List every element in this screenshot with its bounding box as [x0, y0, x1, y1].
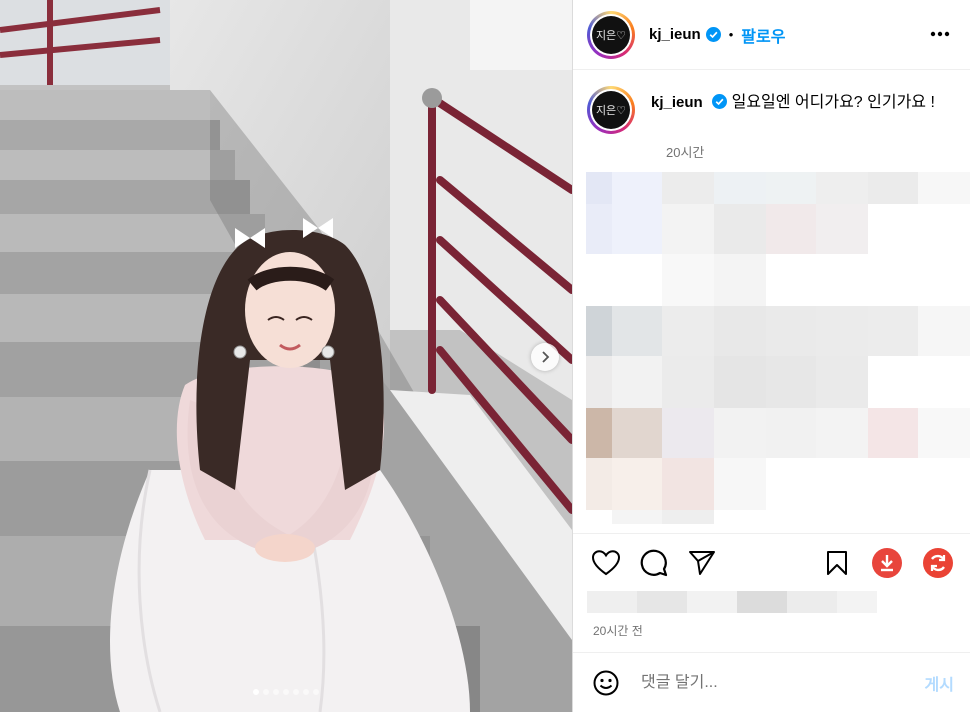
- follow-button[interactable]: 팔로우: [741, 23, 785, 47]
- carousel-dot: [253, 689, 259, 695]
- download-icon: [872, 548, 902, 578]
- more-horizontal-icon: [930, 31, 950, 37]
- carousel-dot: [283, 689, 289, 695]
- verified-badge-icon: [705, 27, 721, 42]
- carousel-indicator: [0, 689, 572, 695]
- paper-plane-icon: [689, 551, 715, 575]
- post-photo[interactable]: [0, 0, 572, 712]
- caption-avatar[interactable]: 지은♡: [587, 86, 635, 134]
- avatar-border: 지은♡: [590, 89, 632, 131]
- post-header: 지은♡ kj_ieun • 팔로우: [573, 0, 970, 70]
- refresh-button[interactable]: [923, 548, 953, 578]
- comment-button[interactable]: [639, 548, 669, 578]
- comments-blurred: [586, 172, 970, 524]
- caption-text: 일요일엔 어디가요? 인기가요 !: [731, 94, 935, 111]
- avatar[interactable]: 지은♡: [587, 10, 635, 59]
- separator-dot: •: [728, 27, 734, 42]
- comment-bar: 게시: [573, 652, 970, 712]
- photo-scene: [0, 0, 572, 712]
- carousel-dot: [313, 689, 319, 695]
- carousel-dot: [293, 689, 299, 695]
- post-comment-button[interactable]: 게시: [925, 671, 954, 695]
- bookmark-icon: [827, 551, 847, 575]
- action-bar: [573, 533, 970, 595]
- comment-bubble-icon: [640, 549, 668, 577]
- caption-timestamp[interactable]: 20시간: [666, 142, 704, 161]
- caption: 지은♡ kj_ieun 일요일엔 어디가요? 인기가요 ! 20시간: [587, 86, 957, 160]
- carousel-dot: [263, 689, 269, 695]
- carousel-dot: [303, 689, 309, 695]
- caption-body: kj_ieun 일요일엔 어디가요? 인기가요 !: [651, 90, 935, 134]
- refresh-icon: [923, 548, 953, 578]
- emoji-icon: [593, 670, 619, 695]
- more-options-button[interactable]: [928, 22, 952, 46]
- share-button[interactable]: [687, 548, 717, 578]
- chevron-right-icon: [542, 351, 550, 363]
- like-button[interactable]: [591, 548, 621, 578]
- heart-icon: [592, 550, 620, 576]
- comment-input[interactable]: [641, 673, 925, 692]
- carousel-dot: [273, 689, 279, 695]
- avatar-image: 지은♡: [592, 15, 630, 54]
- avatar-image: 지은♡: [592, 91, 630, 129]
- download-button[interactable]: [872, 548, 902, 578]
- emoji-button[interactable]: [593, 670, 619, 696]
- save-button[interactable]: [822, 548, 852, 578]
- verified-badge-icon: [712, 94, 728, 109]
- caption-username[interactable]: kj_ieun: [651, 94, 703, 111]
- avatar-border: 지은♡: [590, 13, 632, 56]
- next-photo-button[interactable]: [531, 343, 559, 371]
- post-timestamp[interactable]: 20시간 전: [593, 622, 643, 639]
- post-dialog: 지은♡ kj_ieun • 팔로우 지은♡ kj_ieun 일요일엔 어디가요?…: [0, 0, 970, 712]
- username-link[interactable]: kj_ieun: [649, 26, 701, 43]
- likes-summary-blurred: [587, 591, 877, 613]
